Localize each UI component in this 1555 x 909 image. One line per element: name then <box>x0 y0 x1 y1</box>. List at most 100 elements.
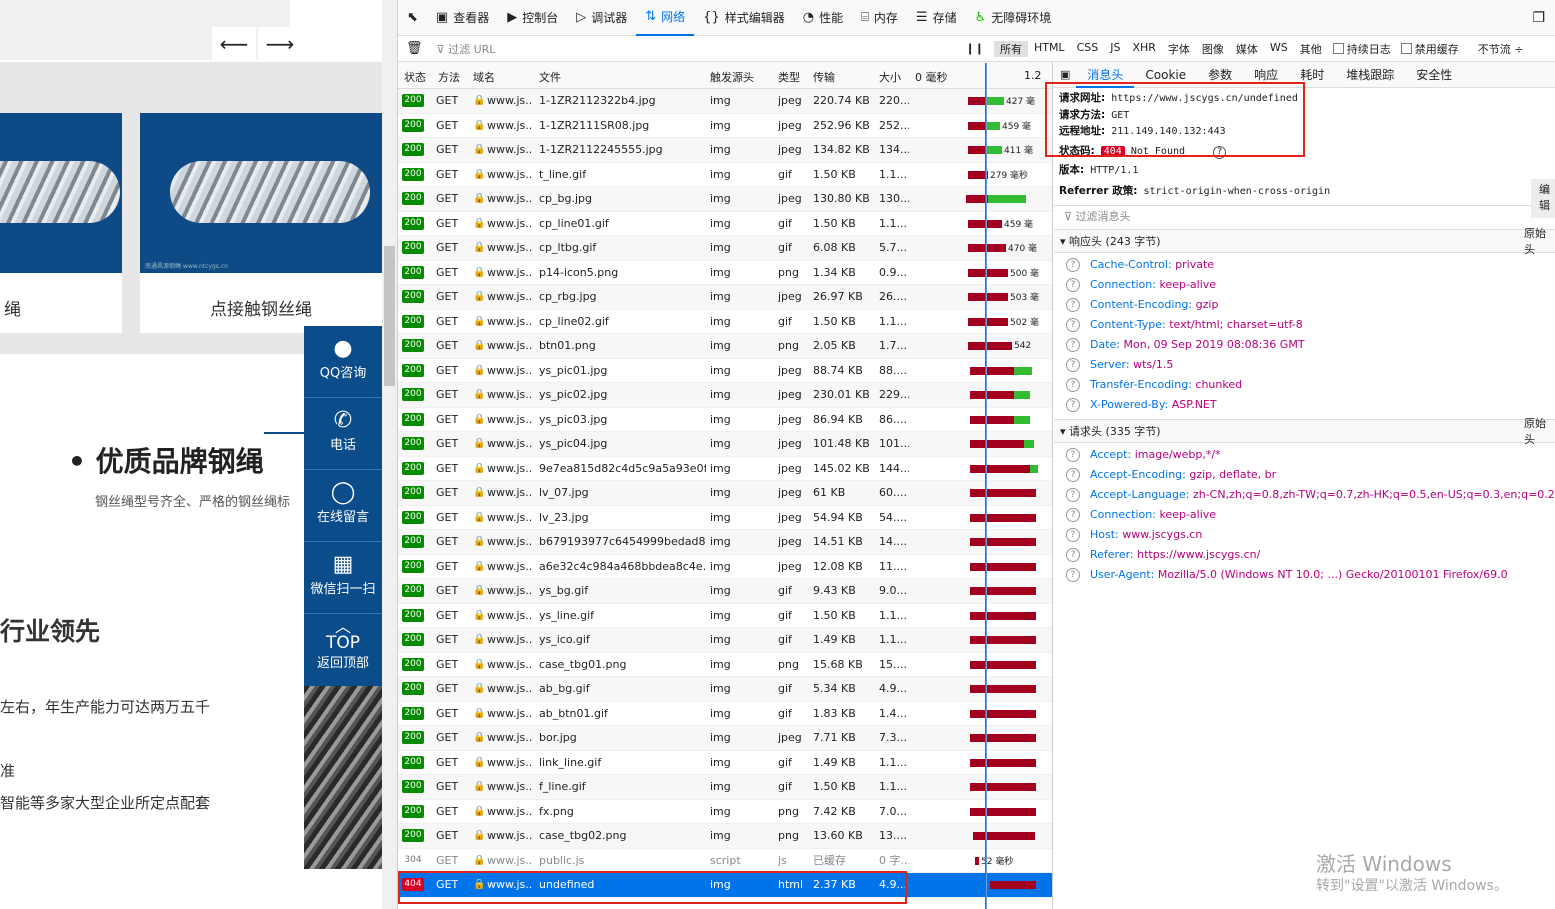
table-row[interactable]: 200 GET 🔒 www.js... ys_pic04.jpg img jpeg 101.4… <box>398 432 1052 457</box>
help-icon[interactable]: ? <box>1066 568 1080 582</box>
table-row[interactable]: 200 GET 🔒 www.js... 1-1ZR2112322b4.jpg img jpe… <box>398 89 1052 114</box>
tool-storage[interactable]: ☰ 存储 <box>907 0 966 36</box>
table-row[interactable]: 200 GET 🔒 www.js... ab_bg.gif img gif 5.34 KB 4.… <box>398 677 1052 702</box>
header-line[interactable]: ? Content-Type: text/html; charset=utf-8 <box>1054 315 1555 335</box>
help-icon[interactable]: ? <box>1066 358 1080 372</box>
type-filter-button[interactable]: 媒体 <box>1230 41 1264 57</box>
table-row[interactable]: 200 GET 🔒 www.js... cp_rbg.jpg img jpeg 26.97 K… <box>398 285 1052 310</box>
header-line[interactable]: ? Host: www.jscygs.cn <box>1054 525 1555 545</box>
header-line[interactable]: ? User-Agent: Mozilla/5.0 (Windows NT 10.… <box>1054 565 1555 585</box>
wechat-button[interactable]: ▦ 微信扫一扫 <box>304 542 382 614</box>
tool-a11y[interactable]: ♿ 无障碍环境 <box>966 0 1061 36</box>
type-filter-button[interactable]: XHR <box>1126 41 1161 57</box>
table-row[interactable]: 200 GET 🔒 www.js... p14-icon5.png img png 1.34 … <box>398 261 1052 285</box>
column-header[interactable]: 方法 <box>438 69 460 85</box>
raw-headers-toggle[interactable]: 原始头 <box>1524 225 1555 257</box>
help-icon[interactable]: ? <box>1066 258 1080 272</box>
header-line[interactable]: ? Transfer-Encoding: chunked <box>1054 375 1555 395</box>
header-line[interactable]: ? Accept-Encoding: gzip, deflate, br <box>1054 465 1555 485</box>
help-icon[interactable]: ? <box>1066 528 1080 542</box>
header-line[interactable]: ? X-Powered-By: ASP.NET <box>1054 395 1555 415</box>
header-filter-input[interactable]: ⊽ 过滤消息头 <box>1054 205 1555 229</box>
type-filter-button[interactable]: 字体 <box>1162 41 1196 57</box>
tool-network[interactable]: ⇅ 网络 <box>636 0 695 36</box>
header-line[interactable]: ? Connection: keep-alive <box>1054 275 1555 295</box>
toggle-panel-icon[interactable]: ▣ <box>1054 68 1076 81</box>
table-row[interactable]: 200 GET 🔒 www.js... ys_pic01.jpg img jpeg 88.74… <box>398 359 1052 383</box>
table-row[interactable]: 200 GET 🔒 www.js... case_tbg02.png img png 13.6… <box>398 824 1052 849</box>
type-filter-button[interactable]: 所有 <box>993 40 1028 57</box>
column-header[interactable]: 域名 <box>473 69 495 85</box>
help-icon[interactable]: ? <box>1066 548 1080 562</box>
header-line[interactable]: ? Accept-Language: zh-CN,zh;q=0.8,zh-TW;q… <box>1054 485 1555 505</box>
tool-pick[interactable]: ⬉ <box>398 0 427 36</box>
help-icon[interactable]: ? <box>1066 488 1080 502</box>
throttle-select[interactable]: 不节流 ÷ <box>1464 41 1524 57</box>
table-row[interactable]: 200 GET 🔒 www.js... a6e32c4c984a468bbdea8c4e… <box>398 555 1052 579</box>
request-headers-toggle[interactable]: ▾ 请求头 (335 字节) 原始头 <box>1054 417 1555 446</box>
table-row[interactable]: 200 GET 🔒 www.js... ys_ico.gif img gif 1.49 KB 1… <box>398 628 1052 653</box>
type-filter-button[interactable]: 图像 <box>1196 41 1230 57</box>
help-icon[interactable]: ? <box>1066 278 1080 292</box>
back-to-top-button[interactable]: ︿ TOP 返回顶部 <box>304 614 382 672</box>
type-filter-button[interactable]: WS <box>1264 41 1294 57</box>
tool-console[interactable]: ▶ 控制台 <box>498 0 567 36</box>
tool-memory[interactable]: ⌸ 内存 <box>852 0 907 36</box>
column-header[interactable]: 传输 <box>813 69 835 85</box>
header-line[interactable]: ? Connection: keep-alive <box>1054 505 1555 525</box>
table-row[interactable]: 200 GET 🔒 www.js... ys_bg.gif img gif 9.43 KB 9.… <box>398 579 1052 604</box>
help-icon[interactable]: ? <box>1066 318 1080 332</box>
type-filter-button[interactable]: 其他 <box>1294 41 1328 57</box>
raw-headers-toggle[interactable]: 原始头 <box>1524 415 1555 447</box>
table-row[interactable]: 200 GET 🔒 www.js... link_line.gif img gif 1.49 … <box>398 751 1052 775</box>
table-row[interactable]: 200 GET 🔒 www.js... cp_line01.gif img gif 1.50 … <box>398 212 1052 236</box>
edit-resend-button[interactable]: 编辑 <box>1531 178 1555 218</box>
header-line[interactable]: ? Date: Mon, 09 Sep 2019 08:08:36 GMT <box>1054 335 1555 355</box>
column-header[interactable]: 文件 <box>539 69 561 85</box>
help-icon[interactable]: ? <box>1066 508 1080 522</box>
details-tab[interactable]: 堆栈跟踪 <box>1335 62 1405 88</box>
details-tab[interactable]: 安全性 <box>1405 62 1463 88</box>
type-filter-button[interactable]: HTML <box>1028 41 1071 57</box>
table-row[interactable]: 200 GET 🔒 www.js... ab_btn01.gif img gif 1.83 K… <box>398 702 1052 726</box>
tool-debugger[interactable]: ▷ 调试器 <box>567 0 636 36</box>
carousel-prev-button[interactable]: ⟵ <box>212 27 256 61</box>
table-row[interactable]: 200 GET 🔒 www.js... bor.jpg img jpeg 7.71 KB 7.3… <box>398 726 1052 751</box>
column-header[interactable]: 0 毫秒 <box>915 69 948 85</box>
help-icon[interactable]: ? <box>1066 378 1080 392</box>
tool-style[interactable]: {} 样式编辑器 <box>694 0 794 36</box>
response-headers-toggle[interactable]: ▾ 响应头 (243 字节) 原始头 <box>1054 227 1555 256</box>
type-filter-button[interactable]: CSS <box>1071 41 1105 57</box>
product-card[interactable]: 南通昌源钢绳 www.ntcygs.cn 点接触钢丝绳 <box>140 113 382 333</box>
column-header[interactable]: 类型 <box>778 69 800 85</box>
help-icon[interactable]: ? <box>1066 338 1080 352</box>
table-row[interactable]: 200 GET 🔒 www.js... cp_line02.gif img gif 1.50 … <box>398 310 1052 334</box>
column-header[interactable]: 状态 <box>404 69 426 85</box>
column-header[interactable]: 触发源头 <box>710 69 754 85</box>
message-button[interactable]: ◯ 在线留言 <box>304 470 382 542</box>
table-row[interactable]: 200 GET 🔒 www.js... f_line.gif img gif 1.50 KB 1… <box>398 775 1052 800</box>
url-filter-input[interactable]: ⊽ 过滤 URL <box>431 41 956 57</box>
qq-consult-button[interactable]: ● QQ咨询 <box>304 326 382 398</box>
header-line[interactable]: ? Server: wts/1.5 <box>1054 355 1555 375</box>
header-line[interactable]: ? Accept: image/webp,*/* <box>1054 445 1555 465</box>
table-row[interactable]: 200 GET 🔒 www.js... case_tbg01.png img png 15.6… <box>398 653 1052 677</box>
carousel-next-button[interactable]: ⟶ <box>258 27 302 61</box>
tool-perf[interactable]: ◔ 性能 <box>794 0 852 36</box>
table-row[interactable]: 200 GET 🔒 www.js... ys_pic02.jpg img jpeg 230.0… <box>398 383 1052 408</box>
table-row[interactable]: 304 GET 🔒 www.js... public.js script js 已缓存 0 字.… <box>398 849 1052 873</box>
table-row[interactable]: 200 GET 🔒 www.js... ys_line.gif img gif 1.50 KB… <box>398 604 1052 628</box>
table-row[interactable]: 200 GET 🔒 www.js... cp_ltbg.gif img gif 6.08 KB… <box>398 236 1052 261</box>
help-icon[interactable]: ? <box>1066 398 1080 412</box>
page-scrollbar[interactable] <box>382 0 397 909</box>
column-header[interactable]: 1.2 <box>1024 69 1042 82</box>
table-row[interactable]: 200 GET 🔒 www.js... fx.png img png 7.42 KB 7.0..… <box>398 800 1052 824</box>
table-row[interactable]: 200 GET 🔒 www.js... 1-1ZR2112245555.jpg img jp… <box>398 138 1052 163</box>
table-row[interactable]: 200 GET 🔒 www.js... b679193977c6454999bedad8… <box>398 530 1052 555</box>
dock-icon[interactable]: ❐ <box>1532 10 1545 26</box>
table-row[interactable]: 200 GET 🔒 www.js... t_line.gif img gif 1.50 KB 1… <box>398 163 1052 187</box>
pause-icon[interactable]: ❙❙ <box>956 42 994 55</box>
table-row[interactable]: 200 GET 🔒 www.js... btn01.png img png 2.05 KB 1.… <box>398 334 1052 359</box>
table-row[interactable]: 200 GET 🔒 www.js... lv_23.jpg img jpeg 54.94 KB… <box>398 506 1052 530</box>
scrollbar-thumb[interactable] <box>384 246 395 386</box>
